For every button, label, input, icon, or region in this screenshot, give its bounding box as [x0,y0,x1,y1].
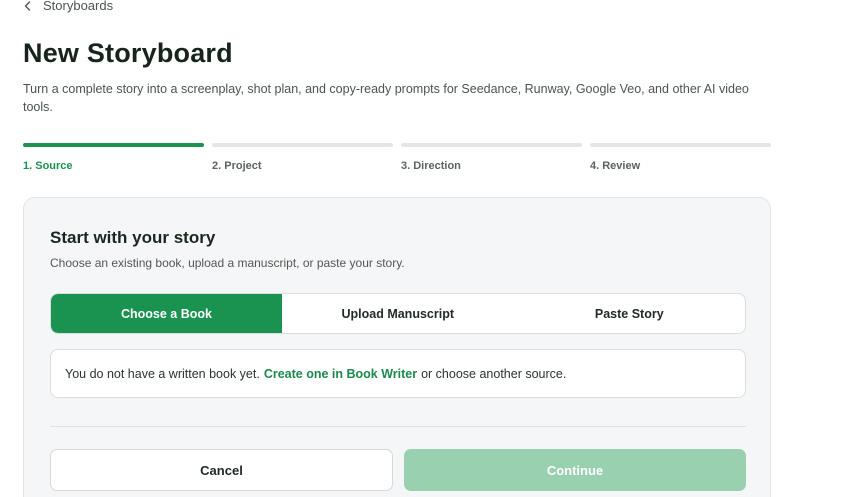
step-bar [212,143,393,147]
step-bar [401,143,582,147]
notice-text-suffix: or choose another source. [421,366,567,381]
breadcrumb[interactable]: Storyboards [24,0,113,13]
step-bar [23,143,204,147]
notice-text: You do not have a written book yet. [65,366,260,381]
divider [50,426,746,427]
tab-choose-book[interactable]: Choose a Book [51,294,282,333]
step-direction: 3. Direction [401,143,582,172]
step-review: 4. Review [590,143,771,172]
step-project: 2. Project [212,143,393,172]
tab-paste-story[interactable]: Paste Story [514,294,746,333]
cancel-button[interactable]: Cancel [50,449,393,491]
no-book-notice: You do not have a written book yet. Crea… [50,349,746,398]
step-label: 4. Review [590,160,641,172]
card-subtitle: Choose an existing book, upload a manusc… [50,256,405,270]
source-card: Start with your story Choose an existing… [23,197,771,497]
card-title: Start with your story [50,228,216,247]
continue-button[interactable]: Continue [404,449,746,491]
tab-upload-manuscript[interactable]: Upload Manuscript [282,294,514,333]
step-label: 2. Project [212,160,262,172]
step-source: 1. Source [23,143,204,172]
step-progress: 1. Source 2. Project 3. Direction 4. Rev… [23,143,771,172]
page-subtitle: Turn a complete story into a screenplay,… [23,82,749,114]
chevron-left-icon [24,0,33,13]
breadcrumb-storyboards-link[interactable]: Storyboards [43,0,113,13]
step-bar [590,143,771,147]
page-title: New Storyboard [23,38,233,68]
book-writer-link[interactable]: Create one in Book Writer [264,367,417,381]
step-label: 3. Direction [401,160,461,172]
step-label: 1. Source [23,160,73,172]
source-tabs: Choose a Book Upload Manuscript Paste St… [50,293,746,334]
